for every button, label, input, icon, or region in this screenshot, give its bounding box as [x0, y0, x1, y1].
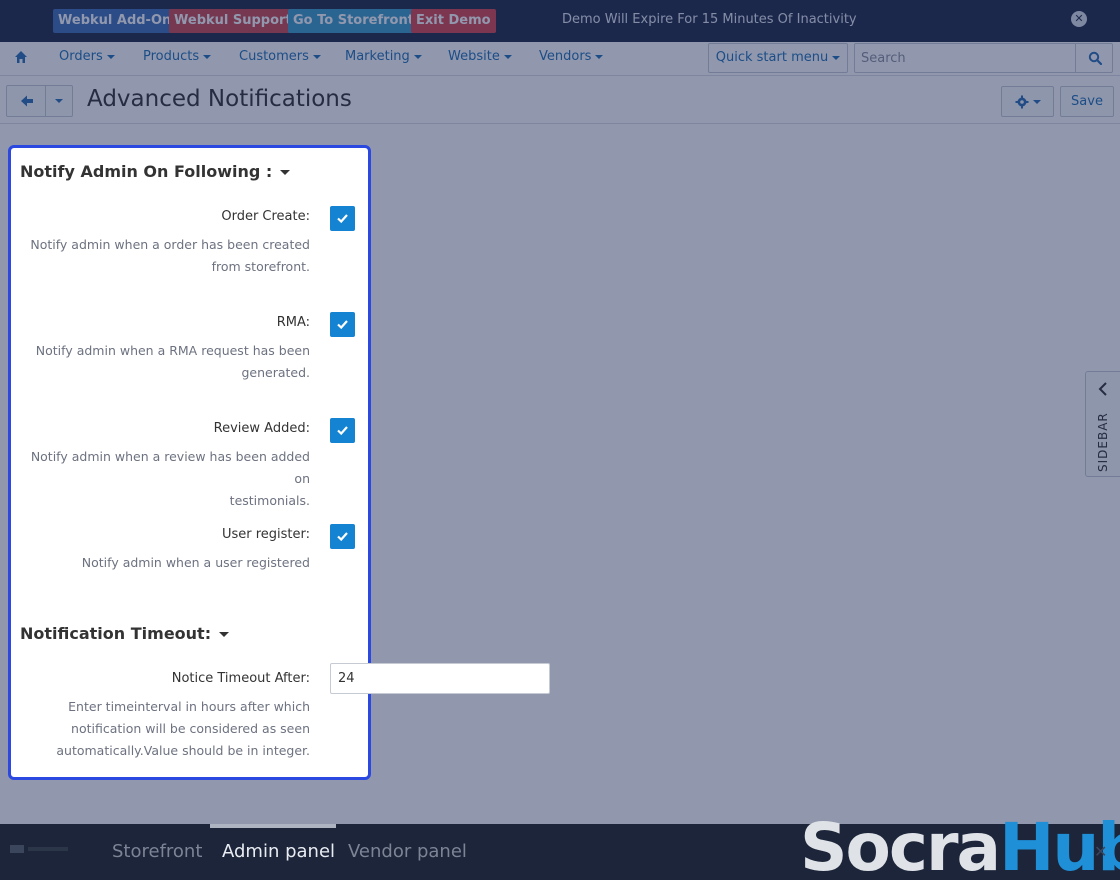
notice-timeout-label: Notice Timeout After: — [171, 671, 310, 686]
active-tab-indicator — [210, 824, 336, 828]
check-icon — [337, 320, 348, 330]
rma-label: RMA: — [276, 315, 310, 330]
check-icon — [337, 532, 348, 542]
order-create-checkbox[interactable] — [330, 206, 355, 231]
check-icon — [337, 426, 348, 436]
vendor-panel-tab[interactable]: Vendor panel — [348, 841, 467, 862]
socrahub-watermark: SocraHub — [800, 809, 1120, 880]
user-register-description: Notify admin when a user registered — [81, 555, 310, 570]
order-create-label: Order Create: — [221, 209, 310, 224]
rma-checkbox[interactable] — [330, 312, 355, 337]
section-notification-timeout-heading[interactable]: Notification Timeout: — [20, 624, 230, 643]
admin-panel-tab[interactable]: Admin panel — [222, 841, 335, 862]
rma-description: Notify admin when a RMA request has been… — [35, 343, 310, 380]
order-create-description: Notify admin when a order has been creat… — [30, 237, 310, 274]
review-added-description: Notify admin when a review has been adde… — [30, 449, 310, 508]
check-icon — [337, 214, 348, 224]
review-added-checkbox[interactable] — [330, 418, 355, 443]
user-register-label: User register: — [221, 527, 310, 542]
cs-cart-logo — [10, 842, 70, 859]
review-added-label: Review Added: — [213, 421, 310, 436]
notice-timeout-description: Enter timeinterval in hours after which n… — [56, 699, 310, 758]
section-notify-admin-heading[interactable]: Notify Admin On Following : — [20, 162, 291, 181]
notification-settings-panel: Notify Admin On Following : Order Create… — [8, 145, 371, 780]
notice-timeout-input[interactable] — [330, 663, 550, 694]
user-register-checkbox[interactable] — [330, 524, 355, 549]
close-icon[interactable]: ✕ — [1094, 842, 1107, 861]
storefront-tab[interactable]: Storefront — [112, 841, 202, 862]
